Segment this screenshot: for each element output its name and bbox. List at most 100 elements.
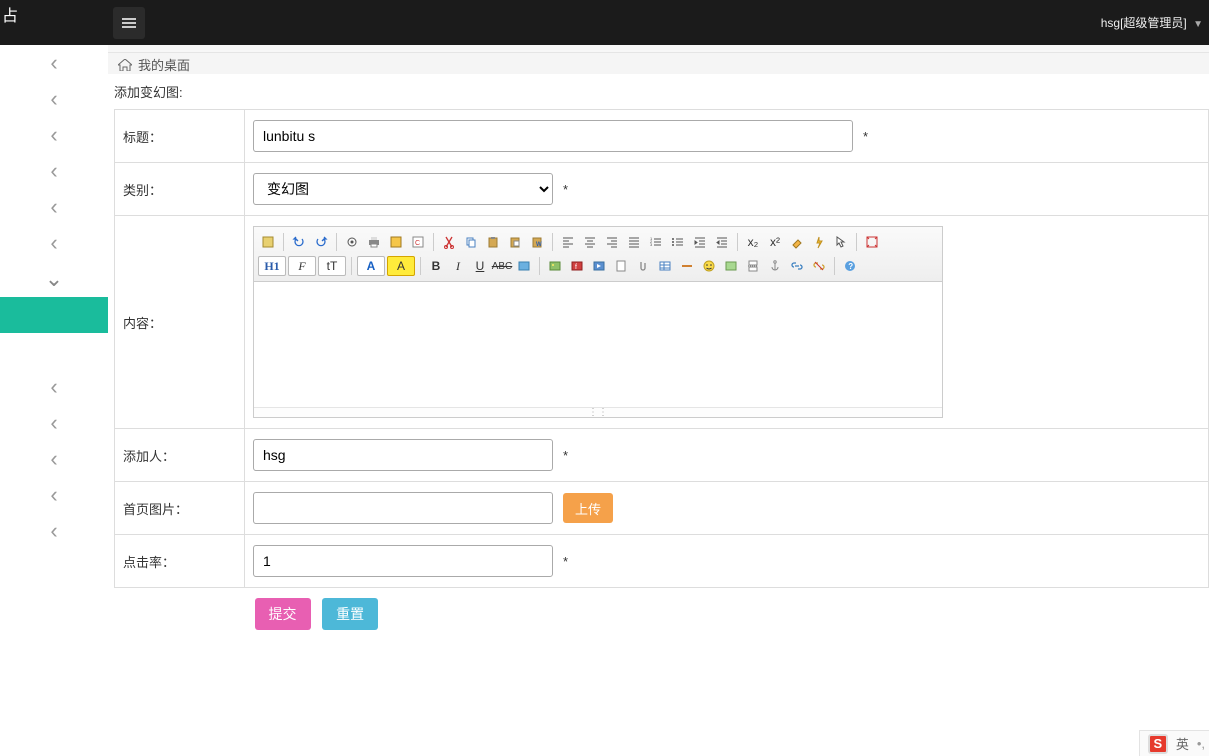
- tb-fontfamily-select[interactable]: F: [288, 256, 316, 276]
- tb-redo-icon[interactable]: [311, 232, 331, 252]
- sidebar-item-2[interactable]: ‹: [0, 81, 108, 117]
- tb-template-icon[interactable]: [386, 232, 406, 252]
- tb-paste-icon[interactable]: [483, 232, 503, 252]
- tb-paste-word-icon[interactable]: W: [527, 232, 547, 252]
- label-author: 添加人：: [115, 429, 245, 482]
- tab-strip: [108, 45, 1209, 53]
- ime-lang[interactable]: 英: [1176, 734, 1189, 753]
- home-icon: [118, 59, 132, 71]
- sidebar-toggle-button[interactable]: [113, 7, 145, 39]
- tb-unlink-icon[interactable]: [809, 256, 829, 276]
- svg-text:2: 2: [650, 239, 653, 244]
- user-menu[interactable]: hsg[超级管理员] ▼: [1101, 14, 1203, 31]
- tb-align-left-icon[interactable]: [558, 232, 578, 252]
- main-panel: 添加变幻图: 标题： * 类别： 变幻图 *: [108, 74, 1209, 756]
- sidebar-item-11[interactable]: ‹: [0, 477, 108, 513]
- editor-toolbar: C W 123: [254, 227, 942, 282]
- tb-about-icon[interactable]: ?: [840, 256, 860, 276]
- hits-input[interactable]: [253, 545, 553, 577]
- sidebar-item-7-expanded[interactable]: ⌄: [0, 261, 108, 297]
- sidebar: ‹ ‹ ‹ ‹ ‹ ‹ ⌄ ‹ ‹ ‹ ‹ ‹: [0, 45, 108, 756]
- tb-fontsize-select[interactable]: tT: [318, 256, 346, 276]
- tb-eraser-icon[interactable]: [787, 232, 807, 252]
- tb-copy-icon[interactable]: [461, 232, 481, 252]
- required-mark: *: [563, 182, 568, 197]
- tb-code-icon[interactable]: C: [408, 232, 428, 252]
- sidebar-item-3[interactable]: ‹: [0, 117, 108, 153]
- label-category: 类别：: [115, 163, 245, 216]
- brand-fragment: 占: [2, 2, 18, 26]
- tb-ul-icon[interactable]: [668, 232, 688, 252]
- tb-anchor-icon[interactable]: [765, 256, 785, 276]
- sidebar-item-9[interactable]: ‹: [0, 405, 108, 441]
- svg-text:1: 1: [650, 236, 653, 241]
- tb-cut-icon[interactable]: [439, 232, 459, 252]
- chevron-down-icon: ▼: [1193, 19, 1203, 30]
- upload-button[interactable]: 上传: [563, 493, 613, 523]
- tb-underline-icon[interactable]: U: [470, 256, 490, 276]
- tb-indent-icon[interactable]: [690, 232, 710, 252]
- tb-emoji-icon[interactable]: [699, 256, 719, 276]
- tb-ol-icon[interactable]: 123: [646, 232, 666, 252]
- tb-media-icon[interactable]: [589, 256, 609, 276]
- sidebar-item-active[interactable]: [0, 297, 108, 333]
- svg-text:3: 3: [650, 242, 653, 247]
- tb-outdent-icon[interactable]: [712, 232, 732, 252]
- rich-editor: C W 123: [253, 226, 943, 418]
- sidebar-item-12[interactable]: ‹: [0, 513, 108, 549]
- category-select[interactable]: 变幻图: [253, 173, 553, 205]
- tb-removeformat-icon[interactable]: [514, 256, 534, 276]
- submit-button[interactable]: 提交: [255, 598, 311, 630]
- sidebar-item-1[interactable]: ‹: [0, 45, 108, 81]
- tb-pagebreak-icon[interactable]: [743, 256, 763, 276]
- tb-align-right-icon[interactable]: [602, 232, 622, 252]
- sogou-icon[interactable]: S: [1148, 734, 1168, 754]
- tb-align-center-icon[interactable]: [580, 232, 600, 252]
- sidebar-item-10[interactable]: ‹: [0, 441, 108, 477]
- tb-file-icon[interactable]: [611, 256, 631, 276]
- hamburger-icon: [122, 22, 136, 24]
- tb-justify-icon[interactable]: [624, 232, 644, 252]
- editor-resize-handle[interactable]: ⋮⋮: [254, 407, 942, 417]
- tb-selectall-icon[interactable]: [831, 232, 851, 252]
- tb-quick-icon[interactable]: [809, 232, 829, 252]
- tb-print-icon[interactable]: [364, 232, 384, 252]
- tb-paste-text-icon[interactable]: [505, 232, 525, 252]
- svg-text:?: ?: [848, 262, 853, 271]
- tb-link-icon[interactable]: [787, 256, 807, 276]
- image-path-input[interactable]: [253, 492, 553, 524]
- svg-text:C: C: [415, 240, 420, 247]
- label-content: 内容：: [115, 216, 245, 429]
- tb-fullscreen-icon[interactable]: [862, 232, 882, 252]
- sidebar-item-4[interactable]: ‹: [0, 153, 108, 189]
- ime-punct[interactable]: •,: [1197, 736, 1205, 751]
- tb-attach-icon[interactable]: [633, 256, 653, 276]
- tb-undo-icon[interactable]: [289, 232, 309, 252]
- tb-source-icon[interactable]: [258, 232, 278, 252]
- sidebar-item-5[interactable]: ‹: [0, 189, 108, 225]
- topbar: 占 hsg[超级管理员] ▼: [0, 0, 1209, 45]
- tb-hilite-select[interactable]: A: [387, 256, 415, 276]
- tb-table-icon[interactable]: [655, 256, 675, 276]
- sidebar-item-8[interactable]: ‹: [0, 369, 108, 405]
- tb-image-icon[interactable]: [545, 256, 565, 276]
- tb-sup-icon[interactable]: x²: [765, 232, 785, 252]
- sidebar-item-6[interactable]: ‹: [0, 225, 108, 261]
- breadcrumb-home[interactable]: 我的桌面: [138, 55, 190, 74]
- editor-body[interactable]: [254, 282, 942, 407]
- title-input[interactable]: [253, 120, 853, 152]
- tb-italic-icon[interactable]: I: [448, 256, 468, 276]
- tb-map-icon[interactable]: [721, 256, 741, 276]
- author-input[interactable]: [253, 439, 553, 471]
- tb-heading-select[interactable]: H1: [258, 256, 286, 276]
- tb-bold-icon[interactable]: B: [426, 256, 446, 276]
- tb-fontcolor-select[interactable]: A: [357, 256, 385, 276]
- tb-preview-icon[interactable]: [342, 232, 362, 252]
- tb-flash-icon[interactable]: f: [567, 256, 587, 276]
- reset-button[interactable]: 重置: [322, 598, 378, 630]
- tb-sub-icon[interactable]: x₂: [743, 232, 763, 252]
- required-mark: *: [563, 448, 568, 463]
- tb-hr-icon[interactable]: [677, 256, 697, 276]
- breadcrumb: 我的桌面: [118, 55, 190, 74]
- tb-strike-icon[interactable]: ABC: [492, 256, 512, 276]
